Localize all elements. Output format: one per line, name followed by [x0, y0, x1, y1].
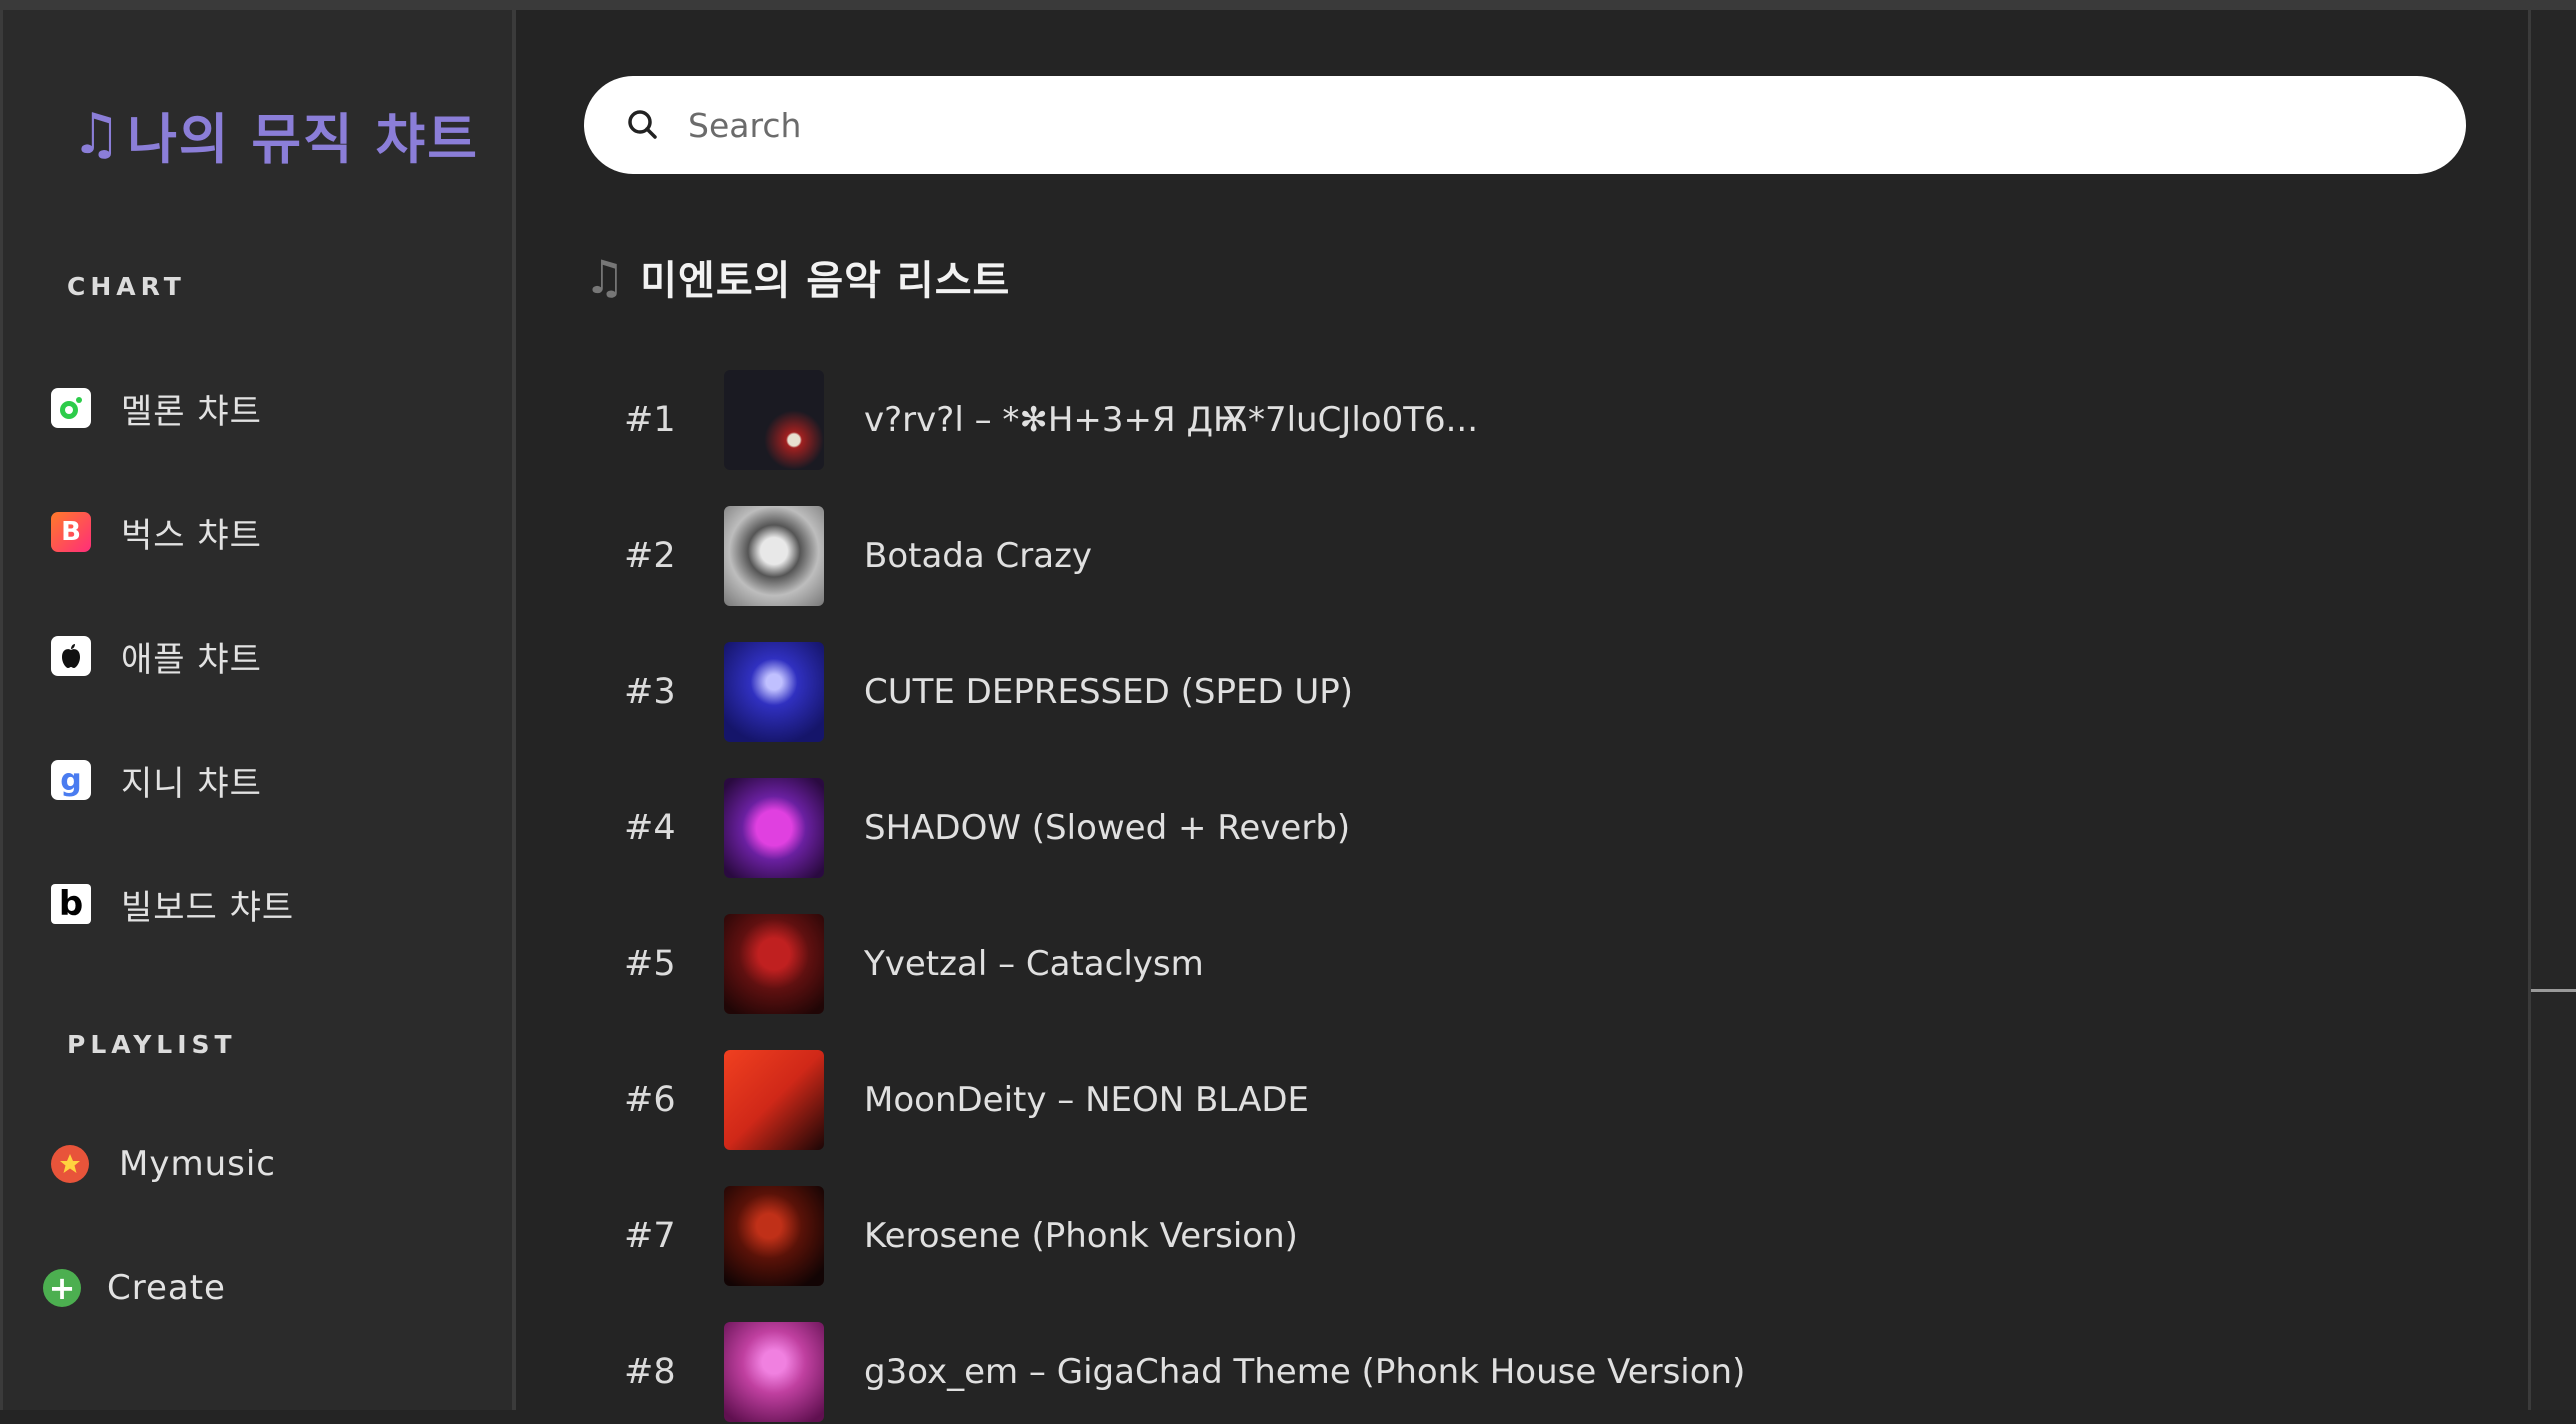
track-rank: #7: [624, 1216, 676, 1256]
track-rank: #8: [624, 1352, 676, 1392]
melon-icon: [51, 388, 91, 428]
sidebar-item-label: 벅스 챠트: [121, 515, 262, 556]
scrollbar-track[interactable]: [2531, 10, 2576, 1410]
sidebar-item-label: 멜론 챠트: [121, 391, 262, 432]
genie-icon: g: [51, 760, 91, 800]
track-rank: #4: [624, 808, 676, 848]
plus-icon: +: [43, 1269, 81, 1307]
album-art: [724, 506, 824, 606]
album-art: [724, 778, 824, 878]
track-title: Yvetzal – Cataclysm: [864, 944, 1204, 984]
track-title: g3ox_em – GigaChad Theme (Phonk House Ve…: [864, 1352, 1746, 1392]
playlist-item-mymusic[interactable]: Mymusic: [51, 1134, 276, 1194]
track-rank: #5: [624, 944, 676, 984]
track-title: Kerosene (Phonk Version): [864, 1216, 1298, 1256]
track-row[interactable]: #4 SHADOW (Slowed + Reverb): [584, 776, 2464, 880]
create-playlist-button[interactable]: + Create: [43, 1258, 226, 1318]
album-art: [724, 1322, 824, 1422]
bugs-icon: B: [51, 512, 91, 552]
album-art: [724, 1186, 824, 1286]
playlist-title: 미엔토의 음악 리스트: [640, 258, 1011, 304]
track-row[interactable]: #3 CUTE DEPRESSED (SPED UP): [584, 640, 2464, 744]
track-title: SHADOW (Slowed + Reverb): [864, 808, 1351, 848]
track-row[interactable]: #1 v?rv?l – *✻H+3+Я ДѬ*7luCJlo0T6...: [584, 368, 2464, 472]
album-art: [724, 1050, 824, 1150]
music-note-icon: ♫: [71, 102, 124, 167]
track-rank: #6: [624, 1080, 676, 1120]
album-art: [724, 370, 824, 470]
track-row[interactable]: #2 Botada Crazy: [584, 504, 2464, 608]
track-row[interactable]: #5 Yvetzal – Cataclysm: [584, 912, 2464, 1016]
track-title: Botada Crazy: [864, 536, 1093, 576]
track-title: v?rv?l – *✻H+3+Я ДѬ*7luCJlo0T6...: [864, 400, 1479, 440]
sidebar: ♫ 나의 뮤직 챠트 CHART 멜론 챠트 B 벅스 챠트 애플 챠트 g 지…: [0, 10, 516, 1410]
search-input[interactable]: [686, 104, 2390, 146]
app-title: 나의 뮤직 챠트: [127, 108, 479, 171]
apple-icon: [51, 636, 91, 676]
track-row[interactable]: #7 Kerosene (Phonk Version): [584, 1184, 2464, 1288]
track-rank: #3: [624, 672, 676, 712]
chart-section-title: CHART: [67, 272, 186, 301]
album-art: [724, 914, 824, 1014]
sidebar-item-billboard[interactable]: b 빌보드 챠트: [51, 874, 294, 934]
track-rank: #1: [624, 400, 676, 440]
album-art: [724, 642, 824, 742]
app-logo[interactable]: ♫ 나의 뮤직 챠트: [71, 95, 479, 174]
sidebar-item-label: 애플 챠트: [121, 639, 262, 680]
track-row[interactable]: #8 g3ox_em – GigaChad Theme (Phonk House…: [584, 1320, 2464, 1424]
sidebar-item-label: 지니 챠트: [121, 763, 262, 804]
track-title: CUTE DEPRESSED (SPED UP): [864, 672, 1354, 712]
search-bar[interactable]: [584, 76, 2466, 174]
sidebar-item-melon[interactable]: 멜론 챠트: [51, 378, 262, 438]
track-row[interactable]: #6 MoonDeity – NEON BLADE: [584, 1048, 2464, 1152]
sidebar-item-apple[interactable]: 애플 챠트: [51, 626, 262, 686]
playlist-section-title: PLAYLIST: [67, 1030, 237, 1059]
billboard-icon: b: [51, 884, 91, 924]
search-icon: [628, 110, 657, 139]
sidebar-item-label: 빌보드 챠트: [121, 887, 295, 928]
star-icon: [51, 1145, 89, 1183]
sidebar-item-bugs[interactable]: B 벅스 챠트: [51, 502, 262, 562]
window-top-edge: [0, 0, 2576, 10]
sidebar-item-genie[interactable]: g 지니 챠트: [51, 750, 262, 810]
scrollbar-thumb[interactable]: [2531, 989, 2576, 992]
playlist-heading: ♫ 미엔토의 음악 리스트: [584, 248, 1010, 306]
music-note-icon: ♫: [584, 250, 627, 304]
playlist-item-label: Mymusic: [119, 1144, 276, 1184]
track-title: MoonDeity – NEON BLADE: [864, 1080, 1309, 1120]
track-rank: #2: [624, 536, 676, 576]
create-label: Create: [107, 1268, 226, 1308]
